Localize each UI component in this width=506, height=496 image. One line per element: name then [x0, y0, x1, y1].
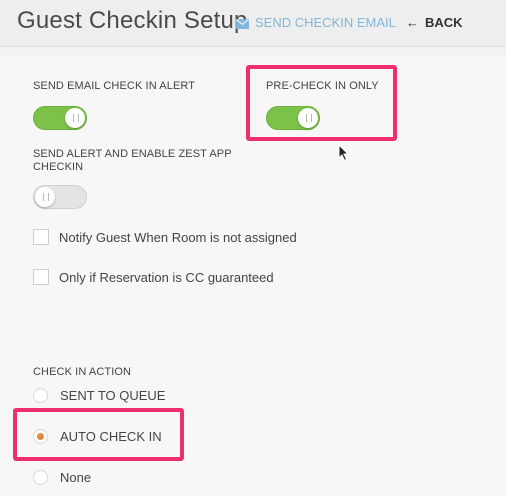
arrow-left-icon: ←: [406, 15, 419, 30]
auto-check-in-highlight-box: [13, 408, 184, 461]
back-label: BACK: [425, 15, 463, 30]
page-header: Guest Checkin Setup SEND CHECKIN EMAIL ←…: [0, 0, 506, 47]
send-alert-zest-toggle[interactable]: [33, 185, 87, 209]
cc-guaranteed-label: Only if Reservation is CC guaranteed: [59, 269, 274, 285]
pre-check-in-highlight-box: [246, 65, 397, 141]
page-title: Guest Checkin Setup: [17, 7, 248, 34]
send-email-alert-label: SEND EMAIL CHECK IN ALERT: [33, 80, 196, 92]
toggle-knob: [35, 187, 55, 207]
envelope-icon: [236, 19, 249, 29]
send-alert-zest-label-line1: SEND ALERT AND ENABLE ZEST APP: [33, 148, 232, 160]
cc-guaranteed-checkbox-row[interactable]: Only if Reservation is CC guaranteed: [33, 269, 274, 285]
notify-guest-checkbox-row[interactable]: Notify Guest When Room is not assigned: [33, 229, 297, 245]
send-alert-zest-label-line2: CHECKIN: [33, 161, 84, 173]
radio-option-none[interactable]: None: [33, 470, 91, 485]
back-button[interactable]: ← BACK: [406, 15, 463, 30]
radio-button[interactable]: [33, 470, 48, 485]
send-email-alert-toggle[interactable]: [33, 106, 87, 130]
notify-guest-label: Notify Guest When Room is not assigned: [59, 229, 297, 245]
send-checkin-email-button[interactable]: SEND CHECKIN EMAIL: [236, 15, 396, 30]
cc-guaranteed-checkbox[interactable]: [33, 269, 49, 285]
header-shadow-divider: [0, 47, 506, 55]
radio-label: None: [60, 470, 92, 485]
radio-button[interactable]: [33, 388, 48, 403]
radio-option-sent-to-queue[interactable]: SENT TO QUEUE: [33, 388, 165, 403]
mouse-cursor-icon: [338, 144, 350, 162]
radio-label: SENT TO QUEUE: [60, 388, 166, 403]
check-in-action-heading: CHECK IN ACTION: [33, 366, 132, 378]
send-checkin-email-label: SEND CHECKIN EMAIL: [255, 15, 396, 30]
toggle-knob: [65, 108, 85, 128]
notify-guest-checkbox[interactable]: [33, 229, 49, 245]
